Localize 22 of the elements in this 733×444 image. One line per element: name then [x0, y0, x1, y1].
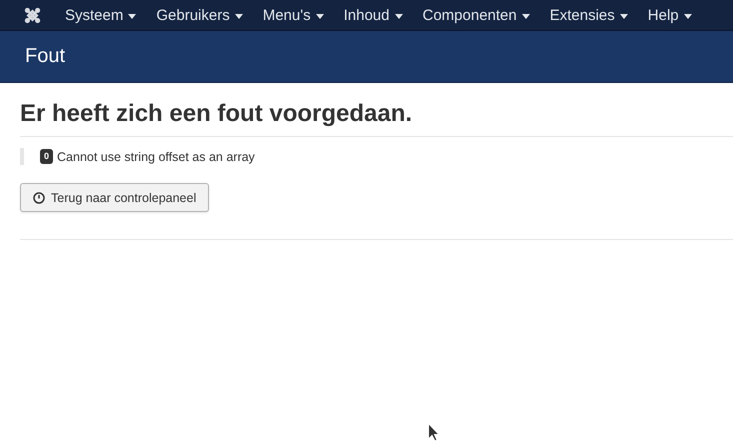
- caret-icon: [316, 14, 324, 19]
- menu-item[interactable]: Systeem: [55, 6, 146, 24]
- page-title: Fout: [25, 45, 66, 68]
- caret-icon: [522, 14, 530, 19]
- caret-icon: [128, 14, 136, 19]
- menu-item[interactable]: Extensies: [540, 6, 638, 24]
- menu-item[interactable]: Inhoud: [334, 6, 412, 24]
- caret-icon: [394, 14, 402, 19]
- logo-icon[interactable]: [24, 6, 41, 24]
- error-code-badge: 0: [40, 149, 54, 164]
- error-message: Cannot use string offset as an array: [57, 150, 255, 164]
- back-to-dashboard-button[interactable]: Terug naar controlepaneel: [20, 183, 210, 212]
- menu-item[interactable]: Gebruikers: [146, 6, 253, 24]
- menu-item[interactable]: Menu's: [252, 6, 334, 24]
- cursor-icon: [428, 423, 440, 443]
- menu-item[interactable]: Help: [638, 6, 702, 24]
- caret-icon: [620, 14, 628, 19]
- error-heading: Er heeft zich een fout voorgedaan.: [20, 100, 733, 137]
- dashboard-icon: [33, 192, 45, 204]
- caret-icon: [684, 14, 692, 19]
- caret-icon: [234, 14, 243, 19]
- menu-item[interactable]: Componenten: [412, 6, 540, 24]
